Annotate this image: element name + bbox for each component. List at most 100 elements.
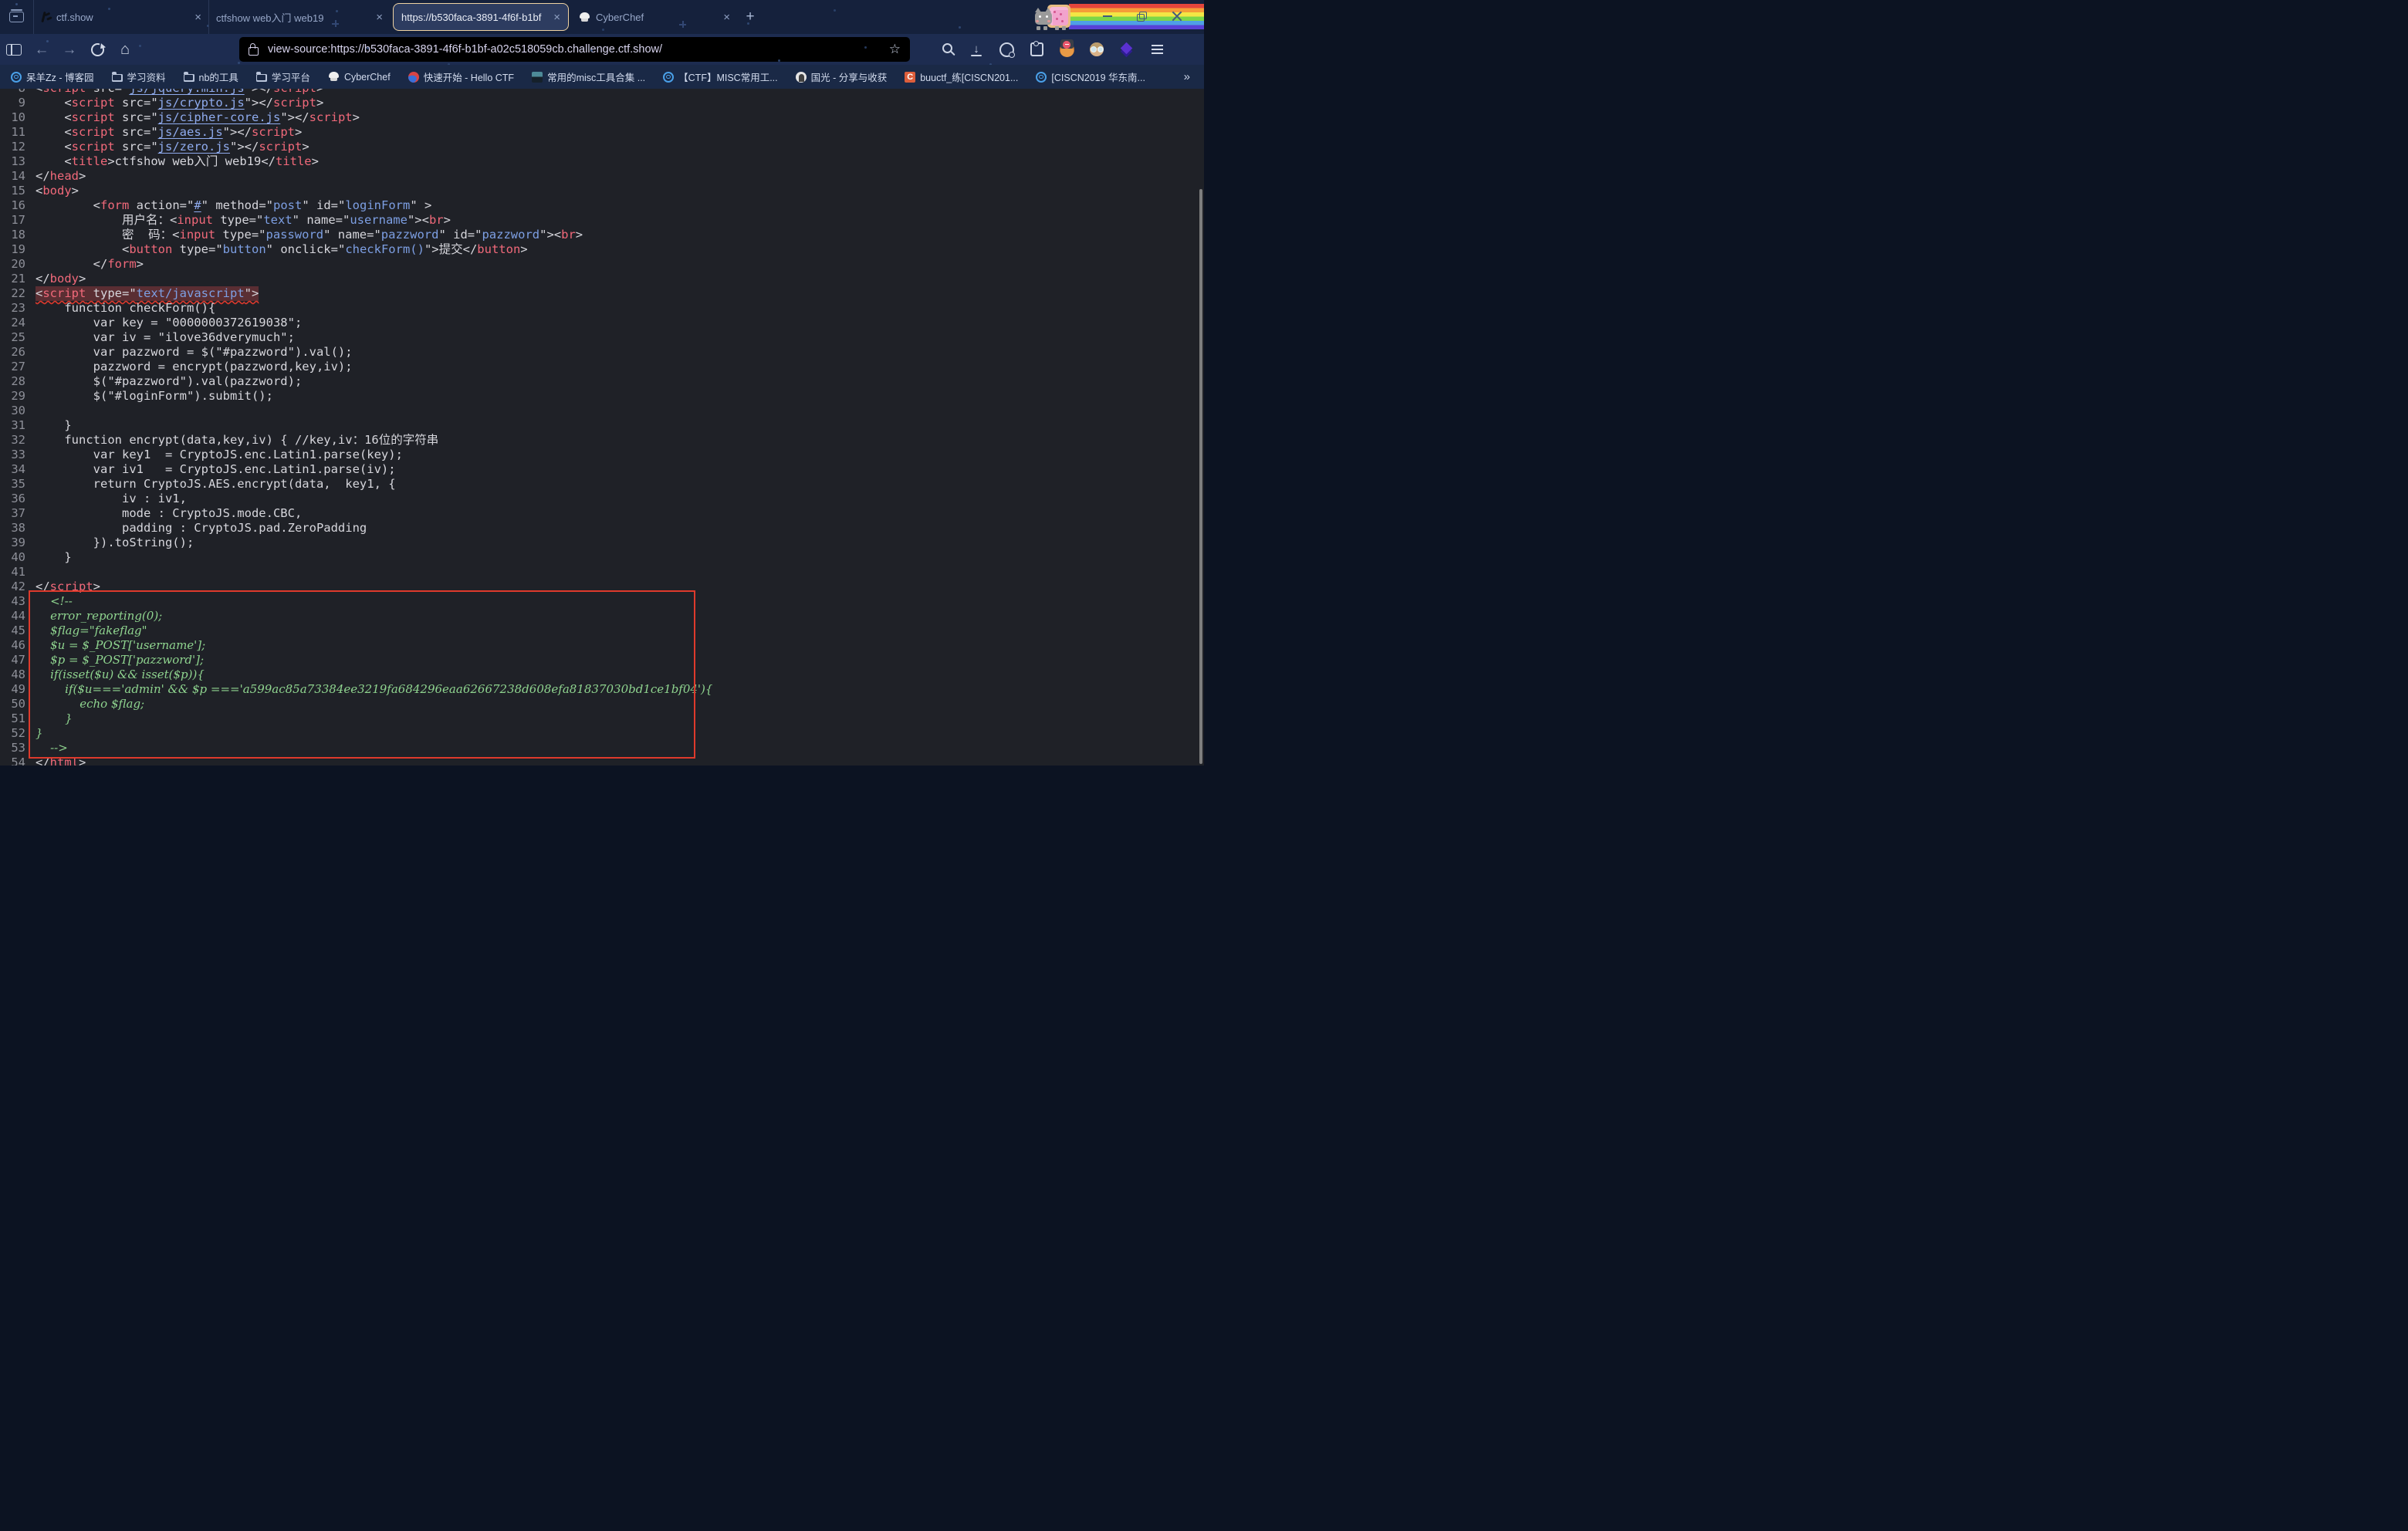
code-token: if($u==='admin' && $p ==='a599ac85a73384… — [36, 682, 712, 696]
tab-close-icon[interactable]: × — [723, 12, 730, 23]
code-token: type=" — [213, 213, 263, 227]
bookmark-label: 学习资料 — [127, 69, 166, 84]
bookmark-item[interactable]: 常用的misc工具合集 ... — [532, 69, 645, 84]
lock-icon[interactable] — [249, 47, 259, 56]
line-number: 26 — [0, 345, 36, 360]
extension-button[interactable] — [1028, 41, 1045, 58]
url-bar[interactable]: view-source:https://b530faca-3891-4f6f-b… — [239, 37, 910, 62]
bookmark-star-icon[interactable]: ☆ — [889, 42, 901, 57]
close-window-button[interactable] — [1172, 11, 1182, 22]
search-button[interactable] — [938, 41, 955, 58]
line-number: 23 — [0, 301, 36, 316]
downloads-button[interactable]: ↓ — [968, 41, 985, 58]
bookmark-item[interactable]: nb的工具 — [184, 69, 238, 84]
firefox-view-icon — [9, 12, 24, 22]
code-token: > — [316, 89, 323, 95]
bookmark-item[interactable]: 呆羊Zz - 博客园 — [11, 69, 94, 84]
new-tab-button[interactable]: + — [737, 0, 763, 34]
code-token: ">提交</ — [424, 242, 477, 256]
code-text: var pazzword = $("#pazzword").val(); — [36, 345, 353, 360]
tab-challenge[interactable]: https://b530faca-3891-4f6f-b1bf× — [393, 3, 569, 31]
source-link[interactable]: js/jquery.min.js — [129, 89, 244, 95]
vertical-scrollbar-thumb[interactable] — [1199, 189, 1202, 764]
source-link[interactable]: js/crypto.js — [158, 96, 245, 110]
code-text: iv : iv1, — [36, 492, 187, 506]
source-link[interactable]: js/aes.js — [158, 125, 223, 139]
persona-extension-button[interactable] — [1088, 41, 1105, 58]
code-token: script — [273, 96, 316, 110]
code-token: body — [42, 184, 71, 198]
back-button[interactable]: ← — [28, 37, 56, 62]
bookmark-item[interactable]: 【CTF】MISC常用工... — [663, 69, 777, 84]
account-button[interactable] — [998, 41, 1015, 58]
bookmark-label: 呆羊Zz - 博客园 — [26, 69, 94, 84]
code-token: < — [36, 154, 72, 168]
tab-close-icon[interactable]: × — [376, 12, 383, 23]
source-link[interactable]: js/cipher-core.js — [158, 110, 281, 124]
code-text: <script src="js/jquery.min.js"></script> — [36, 89, 323, 96]
code-token: button — [223, 242, 266, 256]
line-number: 47 — [0, 653, 36, 667]
menu-button[interactable] — [1148, 41, 1165, 58]
code-text: var iv = "ilove36dverymuch"; — [36, 330, 295, 345]
code-token: script — [309, 110, 353, 124]
source-line: 51 } — [0, 711, 1204, 726]
extension-icon — [1030, 42, 1043, 56]
adblock-extension-button[interactable] — [1058, 41, 1075, 58]
sidebar-toggle-button[interactable] — [0, 37, 28, 62]
code-token: > — [72, 184, 79, 198]
code-text: $u = $_POST['username']; — [36, 638, 205, 653]
source-line: 22<script type="text/javascript"> — [0, 286, 1204, 301]
account-icon — [999, 42, 1014, 57]
url-text[interactable]: view-source:https://b530faca-3891-4f6f-b… — [268, 43, 883, 56]
tab-cyberchef[interactable]: CyberChef× — [572, 0, 737, 34]
source-link[interactable]: # — [194, 198, 201, 212]
code-text: 用户名：<input type="text" name="username"><… — [36, 213, 451, 228]
bookmark-item[interactable]: 学习资料 — [112, 69, 166, 84]
source-line: 28 $("#pazzword").val(pazzword); — [0, 374, 1204, 389]
reload-button[interactable] — [83, 37, 111, 62]
bookmark-item[interactable]: [CISCN2019 华东南... — [1036, 69, 1145, 84]
bookmark-label: 快速开始 - Hello CTF — [424, 69, 514, 84]
code-token: } — [36, 726, 43, 740]
minimize-button[interactable] — [1102, 11, 1113, 22]
code-token: < — [36, 125, 72, 139]
tab-close-icon[interactable]: × — [194, 12, 201, 23]
source-line: 18 密 码：<input type="password" name="pazz… — [0, 228, 1204, 242]
code-text: </html> — [36, 755, 86, 766]
bookmark-item[interactable]: 快速开始 - Hello CTF — [408, 69, 514, 84]
bookmark-item[interactable]: 国光 - 分享与收获 — [796, 69, 888, 84]
home-button[interactable]: ⌂ — [111, 37, 139, 62]
line-number: 53 — [0, 741, 36, 755]
forward-button[interactable]: → — [56, 37, 83, 62]
theme-sparkles — [46, 40, 49, 42]
bookmarks-overflow-button[interactable]: » — [1184, 70, 1190, 83]
tab-ctfshow-home[interactable]: ctf.show× — [34, 0, 208, 34]
diamond-extension-button[interactable] — [1118, 41, 1135, 58]
code-token: checkForm() — [345, 242, 424, 256]
restore-button[interactable] — [1136, 11, 1147, 22]
bookmark-item[interactable]: Cbuuctf_练[CISCN201... — [905, 69, 1018, 84]
code-text: } — [36, 711, 73, 726]
tab-close-icon[interactable]: × — [553, 12, 560, 23]
code-token: </ — [36, 272, 50, 286]
code-token: form — [100, 198, 129, 212]
code-token: var key1 = CryptoJS.enc.Latin1.parse(key… — [36, 448, 403, 461]
code-token: }).toString(); — [36, 536, 194, 549]
source-line: 9 <script src="js/crypto.js"></script> — [0, 96, 1204, 110]
firefox-view-button[interactable] — [0, 0, 34, 34]
line-number: 21 — [0, 272, 36, 286]
code-token: script — [50, 580, 93, 593]
source-link[interactable]: js/zero.js — [158, 140, 230, 154]
code-text: <script src="js/cipher-core.js"></script… — [36, 110, 360, 125]
code-token: $("#pazzword").val(pazzword); — [36, 374, 302, 388]
code-token: pazzword — [482, 228, 539, 242]
code-text: <!-- — [36, 594, 73, 609]
tab-ctfshow-web19[interactable]: ctfshow web入门 web19× — [208, 0, 390, 34]
line-number: 9 — [0, 96, 36, 110]
code-token: " name=" — [323, 228, 381, 242]
code-text: var key = "0000000372619038"; — [36, 316, 302, 330]
bookmark-item[interactable]: CyberChef — [328, 72, 391, 83]
bookmark-item[interactable]: 学习平台 — [256, 69, 310, 84]
source-line: 36 iv : iv1, — [0, 492, 1204, 506]
